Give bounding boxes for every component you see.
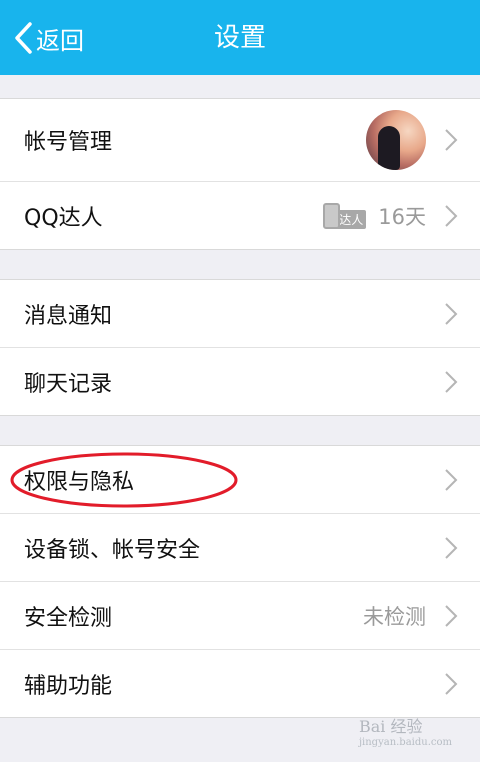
row-label: 安全检测	[24, 605, 113, 631]
avatar	[366, 110, 426, 170]
account-group: 帐号管理 QQ达人 达人 16天	[0, 98, 480, 250]
row-label: 消息通知	[24, 303, 113, 329]
security-check-status: 未检测	[363, 604, 426, 629]
row-label: 设备锁、帐号安全	[24, 537, 201, 563]
device-lock-row[interactable]: 设备锁、帐号安全	[0, 514, 480, 582]
chevron-right-icon	[445, 129, 458, 151]
chevron-right-icon	[445, 370, 458, 393]
row-label: 聊天记录	[24, 371, 113, 397]
daren-days: 16天	[378, 204, 426, 229]
privacy-row[interactable]: 权限与隐私	[0, 446, 480, 514]
watermark-text: Bai 经验	[358, 717, 423, 736]
accessibility-row[interactable]: 辅助功能	[0, 650, 480, 717]
daren-badge: 达人	[323, 202, 367, 229]
message-notification-row[interactable]: 消息通知	[0, 280, 480, 348]
row-label: 辅助功能	[24, 673, 113, 699]
qq-daren-row[interactable]: QQ达人 达人 16天	[0, 182, 480, 249]
security-check-row[interactable]: 安全检测 未检测	[0, 582, 480, 650]
chevron-right-icon	[445, 204, 458, 227]
chevron-right-icon	[445, 536, 458, 559]
watermark-sub: jingyan.baidu.com	[358, 737, 452, 748]
title-bar: 返回 设置	[0, 0, 480, 75]
watermark: Bai 经验 jingyan.baidu.com	[359, 713, 452, 748]
chat-history-row[interactable]: 聊天记录	[0, 348, 480, 415]
row-label: 帐号管理	[24, 130, 113, 155]
page-title: 设置	[213, 23, 266, 53]
account-management-row[interactable]: 帐号管理	[0, 99, 480, 182]
daren-tag: 达人	[336, 210, 367, 229]
row-label: QQ达人	[24, 205, 103, 231]
row-label: 权限与隐私	[24, 469, 135, 495]
message-group: 消息通知 聊天记录	[0, 279, 480, 416]
chevron-right-icon	[445, 604, 458, 627]
chevron-right-icon	[445, 302, 458, 325]
security-group: 权限与隐私 设备锁、帐号安全 安全检测 未检测 辅助功能	[0, 445, 480, 718]
chevron-right-icon	[445, 672, 458, 695]
chevron-right-icon	[445, 468, 458, 491]
phone-icon	[323, 202, 341, 229]
